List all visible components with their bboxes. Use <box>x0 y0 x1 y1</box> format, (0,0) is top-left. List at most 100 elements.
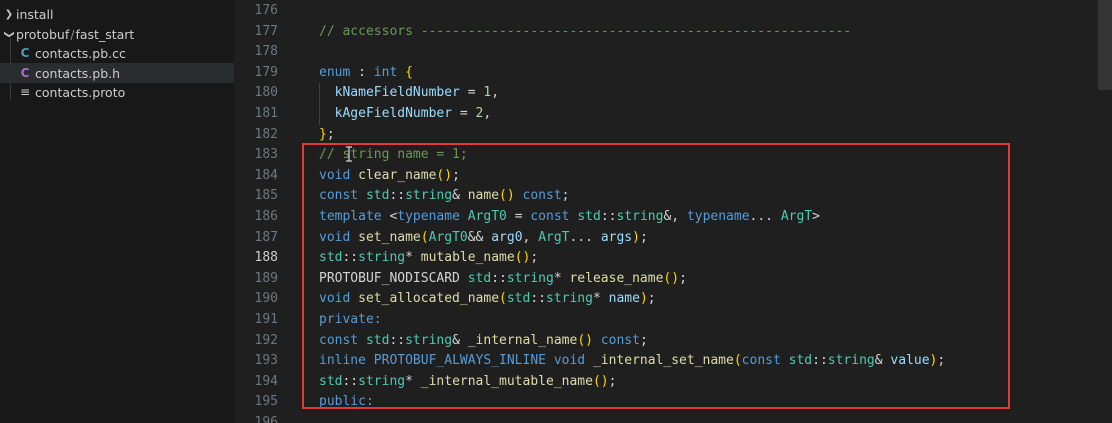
code-line[interactable]: enum : int { <box>319 63 413 84</box>
code-token: :: <box>812 353 828 369</box>
code-token: ... <box>569 229 601 245</box>
file-label: contacts.proto <box>35 84 126 100</box>
code-line[interactable]: void set_allocated_name(std::string* nam… <box>319 289 656 310</box>
code-token: std <box>319 373 343 389</box>
explorer-sidebar: ❯ install ❯ protobuf / fast_start C contac… <box>0 0 234 423</box>
line-number: 192 <box>254 332 278 348</box>
line-number: 178 <box>254 44 278 60</box>
code-token: ; <box>679 270 687 286</box>
code-editor[interactable]: 176 177 178 179 180 181 182 183 184 185 186 187 188 1… <box>234 0 1112 423</box>
code-token: _internal_set_name <box>592 353 734 369</box>
code-line[interactable]: void clear_name(); <box>319 166 460 187</box>
code-token: ) <box>639 291 648 307</box>
line-number: 189 <box>254 270 278 286</box>
cpp-file-icon: C <box>20 46 30 60</box>
code-token: int <box>373 64 398 80</box>
code-line[interactable]: private: <box>319 310 382 331</box>
code-token: string <box>616 209 664 224</box>
code-token: string <box>827 353 875 369</box>
code-token: :: <box>389 332 406 348</box>
code-token: ; <box>639 229 648 245</box>
code-token: std <box>365 188 390 204</box>
code-token: typename <box>397 209 460 224</box>
code-token: , <box>491 85 500 101</box>
line-number: 188 <box>254 250 278 266</box>
code-line[interactable]: const std::string& _internal_name() cons… <box>319 331 648 352</box>
code-token: PROTOBUF_NODISCARD <box>319 270 460 286</box>
code-token: :: <box>530 291 546 307</box>
tree-item-contacts-pb-cc[interactable]: C contacts.pb.cc <box>0 43 234 63</box>
code-line[interactable]: PROTOBUF_NODISCARD std::string* release_… <box>319 269 687 290</box>
line-number: 177 <box>254 23 278 39</box>
code-line[interactable]: }; <box>319 125 335 146</box>
code-token: const <box>741 353 781 369</box>
code-token: ; <box>561 188 570 204</box>
code-token: kAgeFieldNumber <box>334 106 453 121</box>
tree-item-contacts-pb-h[interactable]: C contacts.pb.h <box>0 63 234 83</box>
code-token: // string name = 1; <box>319 147 468 163</box>
tree-item-contacts-proto[interactable]: ≡ contacts.proto <box>0 82 234 102</box>
chevron-down-icon: ❯ <box>3 29 15 39</box>
code-token: void <box>319 291 351 307</box>
code-token: && <box>467 229 492 245</box>
code-line[interactable]: // string name = 1; <box>319 145 468 166</box>
line-number: 193 <box>254 353 278 369</box>
code-line[interactable]: kNameFieldNumber = 1, <box>319 83 499 104</box>
code-line[interactable]: std::string* mutable_name(); <box>319 248 538 269</box>
code-token: ... <box>749 209 781 224</box>
code-token: kNameFieldNumber <box>334 85 460 101</box>
code-token: ; <box>639 332 648 348</box>
code-token: std <box>467 270 492 286</box>
code-line[interactable]: const std::string& name() const; <box>319 186 570 207</box>
code-token: args <box>600 229 633 245</box>
line-number: 190 <box>254 291 278 307</box>
code-token: ; <box>608 373 617 389</box>
code-token: std <box>319 250 343 266</box>
code-token: ; <box>326 126 335 142</box>
code-token: private: <box>319 312 382 327</box>
code-line[interactable]: template <typename ArgT0 = const std::st… <box>319 207 820 228</box>
code-token: typename <box>686 209 750 224</box>
code-token: const <box>530 209 570 224</box>
code-line[interactable]: public: <box>319 392 374 413</box>
line-number: 179 <box>254 64 278 80</box>
code-token: () <box>436 167 453 183</box>
code-token: ArgT0 <box>467 209 507 224</box>
code-token: () <box>514 250 531 266</box>
code-token: } <box>319 126 327 142</box>
code-token: name <box>608 291 640 307</box>
code-token: template <box>319 209 382 224</box>
code-token: arg0 <box>491 229 523 245</box>
code-token: , <box>483 106 492 121</box>
code-line[interactable]: std::string* _internal_mutable_name(); <box>319 372 616 393</box>
code-token: clear_name <box>358 167 437 183</box>
code-token: ( <box>499 291 507 307</box>
code-token: ArgT <box>538 229 570 245</box>
code-line[interactable]: kAgeFieldNumber = 2, <box>319 104 492 125</box>
code-token: ; <box>530 250 539 266</box>
file-label: contacts.pb.h <box>35 65 121 81</box>
vertical-scrollbar[interactable] <box>1098 0 1112 423</box>
code-line[interactable]: inline PROTOBUF_ALWAYS_INLINE void _inte… <box>319 351 945 372</box>
code-line[interactable]: void set_name(ArgT0&& arg0, ArgT... args… <box>319 228 648 249</box>
code-token: const <box>319 332 359 348</box>
code-token: void <box>319 229 351 245</box>
scrollbar-thumb[interactable] <box>1098 0 1112 90</box>
code-token: :: <box>600 209 617 224</box>
tree-item-install[interactable]: ❯ install <box>0 4 234 24</box>
code-token: , <box>522 229 539 245</box>
code-area[interactable]: // accessors ---------------------------… <box>319 0 1112 423</box>
code-token: name <box>467 188 500 204</box>
line-number: 176 <box>254 3 278 18</box>
code-token: ; <box>647 291 656 307</box>
tree-item-protobuf-fast-start[interactable]: ❯ protobuf / fast_start <box>0 24 234 44</box>
code-line[interactable]: // accessors ---------------------------… <box>319 22 851 43</box>
text-file-icon: ≡ <box>19 85 31 99</box>
line-number: 191 <box>254 312 278 327</box>
line-number: 180 <box>254 85 278 101</box>
